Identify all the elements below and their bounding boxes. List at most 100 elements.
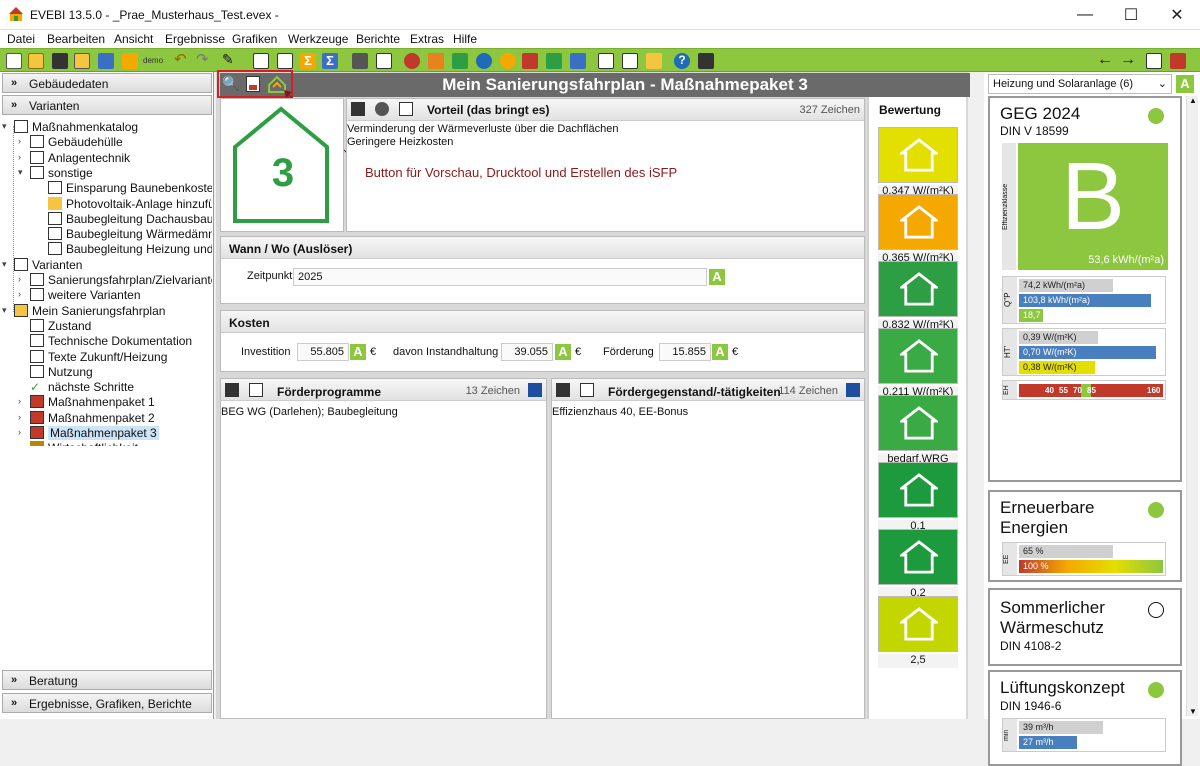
demo-label[interactable]: demo xyxy=(143,56,163,65)
expand-closed-icon[interactable]: › xyxy=(18,289,21,299)
library-icon[interactable] xyxy=(399,102,413,116)
rating-card[interactable] xyxy=(878,194,958,250)
maximize-button[interactable]: ☐ xyxy=(1108,0,1154,30)
open-folder-icon[interactable] xyxy=(28,53,44,69)
chart-icon[interactable] xyxy=(1170,53,1186,69)
scroll-up-icon[interactable]: ▲ xyxy=(1189,96,1197,105)
save-icon[interactable] xyxy=(225,383,239,397)
menu-datei[interactable]: Datei xyxy=(7,32,35,46)
investition-field[interactable]: 55.805 xyxy=(297,343,349,361)
globe-icon[interactable] xyxy=(476,53,492,69)
expand-closed-icon[interactable]: › xyxy=(18,274,21,284)
expand-open-icon[interactable]: ▾ xyxy=(2,121,7,132)
flame-icon[interactable] xyxy=(404,53,420,69)
tree-item[interactable]: ▾ Maßnahmenkatalog xyxy=(0,119,212,134)
calculator-icon[interactable] xyxy=(698,53,714,69)
instandhaltung-badge[interactable]: A xyxy=(555,344,571,360)
tree-item[interactable]: Texte Zukunft/Heizung xyxy=(0,349,212,364)
category-dropdown[interactable]: Heizung und Solaranlage (6) ⌄ xyxy=(988,74,1172,94)
tree-item[interactable]: Einsparung Baunebenkosten xyxy=(0,180,212,195)
close-button[interactable]: ✕ xyxy=(1154,0,1200,30)
expand-open-icon[interactable]: ▾ xyxy=(2,305,7,316)
right-scrollbar[interactable]: ▲ ▼ xyxy=(1186,96,1198,716)
tree-item[interactable]: ▾ sonstige xyxy=(0,165,212,180)
redo-icon[interactable]: ↷ xyxy=(196,50,212,68)
tree-item[interactable]: › Sanierungsfahrplan/Zielvariante xyxy=(0,272,212,287)
report-icon[interactable] xyxy=(428,53,444,69)
rating-card[interactable] xyxy=(878,261,958,317)
library-icon[interactable] xyxy=(249,383,263,397)
menu-extras[interactable]: Extras xyxy=(410,32,444,46)
rating-card[interactable] xyxy=(878,127,958,183)
expand-closed-icon[interactable]: › xyxy=(18,396,21,406)
wizard-icon[interactable]: ✎ xyxy=(222,51,238,67)
menu-werkzeuge[interactable]: Werkzeuge xyxy=(288,32,348,46)
table-icon[interactable] xyxy=(277,53,293,69)
tree-item[interactable]: Zustand xyxy=(0,318,212,333)
tree-item[interactable]: Photovoltaik-Anlage hinzufügen xyxy=(0,196,212,211)
tree-item[interactable]: Technische Dokumentation xyxy=(0,333,212,348)
vorteil-line-2[interactable]: Geringere Heizkosten xyxy=(347,136,453,148)
investition-badge[interactable]: A xyxy=(350,344,366,360)
tree-item[interactable]: ▾ Mein Sanierungsfahrplan xyxy=(0,303,212,318)
house-blue-icon[interactable] xyxy=(570,53,586,69)
isfp-icon[interactable] xyxy=(646,53,662,69)
tree-item[interactable]: Baubegleitung Wärmedämmung xyxy=(0,226,212,241)
copy-icon[interactable] xyxy=(74,53,90,69)
minimize-button[interactable]: — xyxy=(1062,0,1108,30)
menu-ansicht[interactable]: Ansicht xyxy=(114,32,153,46)
vorteil-line-1[interactable]: Verminderung der Wärmeverluste über die … xyxy=(347,123,618,135)
energy-icon[interactable] xyxy=(522,53,538,69)
tree-item[interactable]: ✓ nächste Schritte xyxy=(0,379,212,394)
tree-item[interactable]: › Maßnahmenpaket 3 xyxy=(0,425,212,440)
menu-hilfe[interactable]: Hilfe xyxy=(453,32,477,46)
jump-icon[interactable] xyxy=(1146,53,1162,69)
foerderprogramme-text[interactable]: BEG WG (Darlehen); Baubegleitung xyxy=(221,406,398,418)
tree-item[interactable]: › Maßnahmenpaket 1 xyxy=(0,394,212,409)
menu-bearbeiten[interactable]: Bearbeiten xyxy=(47,32,105,46)
list-icon[interactable] xyxy=(376,53,392,69)
undo-icon[interactable]: ↶ xyxy=(174,50,190,68)
new-file-icon[interactable] xyxy=(6,53,22,69)
save-icon[interactable] xyxy=(52,53,68,69)
sum-blue-icon[interactable]: Σ xyxy=(322,53,338,69)
expand-closed-icon[interactable]: › xyxy=(18,136,21,146)
tree-item[interactable]: › Anlagentechnik xyxy=(0,150,212,165)
tree-item[interactable]: › Gebäudehülle xyxy=(0,134,212,149)
import-folder-icon[interactable] xyxy=(122,53,138,69)
tree-item[interactable]: › Maßnahmenpaket 2 xyxy=(0,410,212,425)
foerderung-field[interactable]: 15.855 xyxy=(659,343,711,361)
tree-item[interactable]: Nutzung xyxy=(0,364,212,379)
right-badge[interactable]: A xyxy=(1176,75,1194,93)
tree-item[interactable]: Baubegleitung Dachausbau xyxy=(0,211,212,226)
house-green-icon[interactable] xyxy=(546,53,562,69)
tree-item[interactable]: Wirtschaftlichkeit xyxy=(0,440,212,446)
menu-berichte[interactable]: Berichte xyxy=(356,32,400,46)
scroll-down-icon[interactable]: ▼ xyxy=(1189,707,1197,716)
document-icon[interactable] xyxy=(253,53,269,69)
zeitpunkt-badge[interactable]: A xyxy=(709,269,725,285)
section-ergebnisse[interactable]: » Ergebnisse, Grafiken, Berichte xyxy=(2,693,212,713)
expand-closed-icon[interactable]: › xyxy=(18,152,21,162)
sun-icon[interactable] xyxy=(500,53,516,69)
library-icon[interactable] xyxy=(580,383,594,397)
database-icon[interactable] xyxy=(375,102,389,116)
foerderung-badge[interactable]: A xyxy=(712,344,728,360)
rating-card[interactable] xyxy=(878,462,958,518)
export-icon[interactable] xyxy=(98,53,114,69)
section-gebaeudedaten[interactable]: » Gebäudedaten xyxy=(2,73,212,93)
print-icon[interactable] xyxy=(598,53,614,69)
help-icon[interactable]: ? xyxy=(674,53,690,69)
forward-arrow-icon[interactable]: → xyxy=(1120,51,1136,69)
save-icon[interactable] xyxy=(351,102,365,116)
rating-card[interactable] xyxy=(878,328,958,384)
tree-item[interactable]: ▾ Varianten xyxy=(0,257,212,272)
edit-icon[interactable] xyxy=(846,383,860,397)
sum-icon[interactable]: Σ xyxy=(300,53,316,69)
catalog-icon[interactable] xyxy=(622,53,638,69)
tree-item[interactable]: › weitere Varianten xyxy=(0,287,212,302)
rating-card[interactable] xyxy=(878,596,958,652)
foerdergegenstand-text[interactable]: Effizienzhaus 40, EE-Bonus xyxy=(552,406,688,418)
edit-icon[interactable] xyxy=(528,383,542,397)
expand-open-icon[interactable]: ▾ xyxy=(2,259,7,270)
